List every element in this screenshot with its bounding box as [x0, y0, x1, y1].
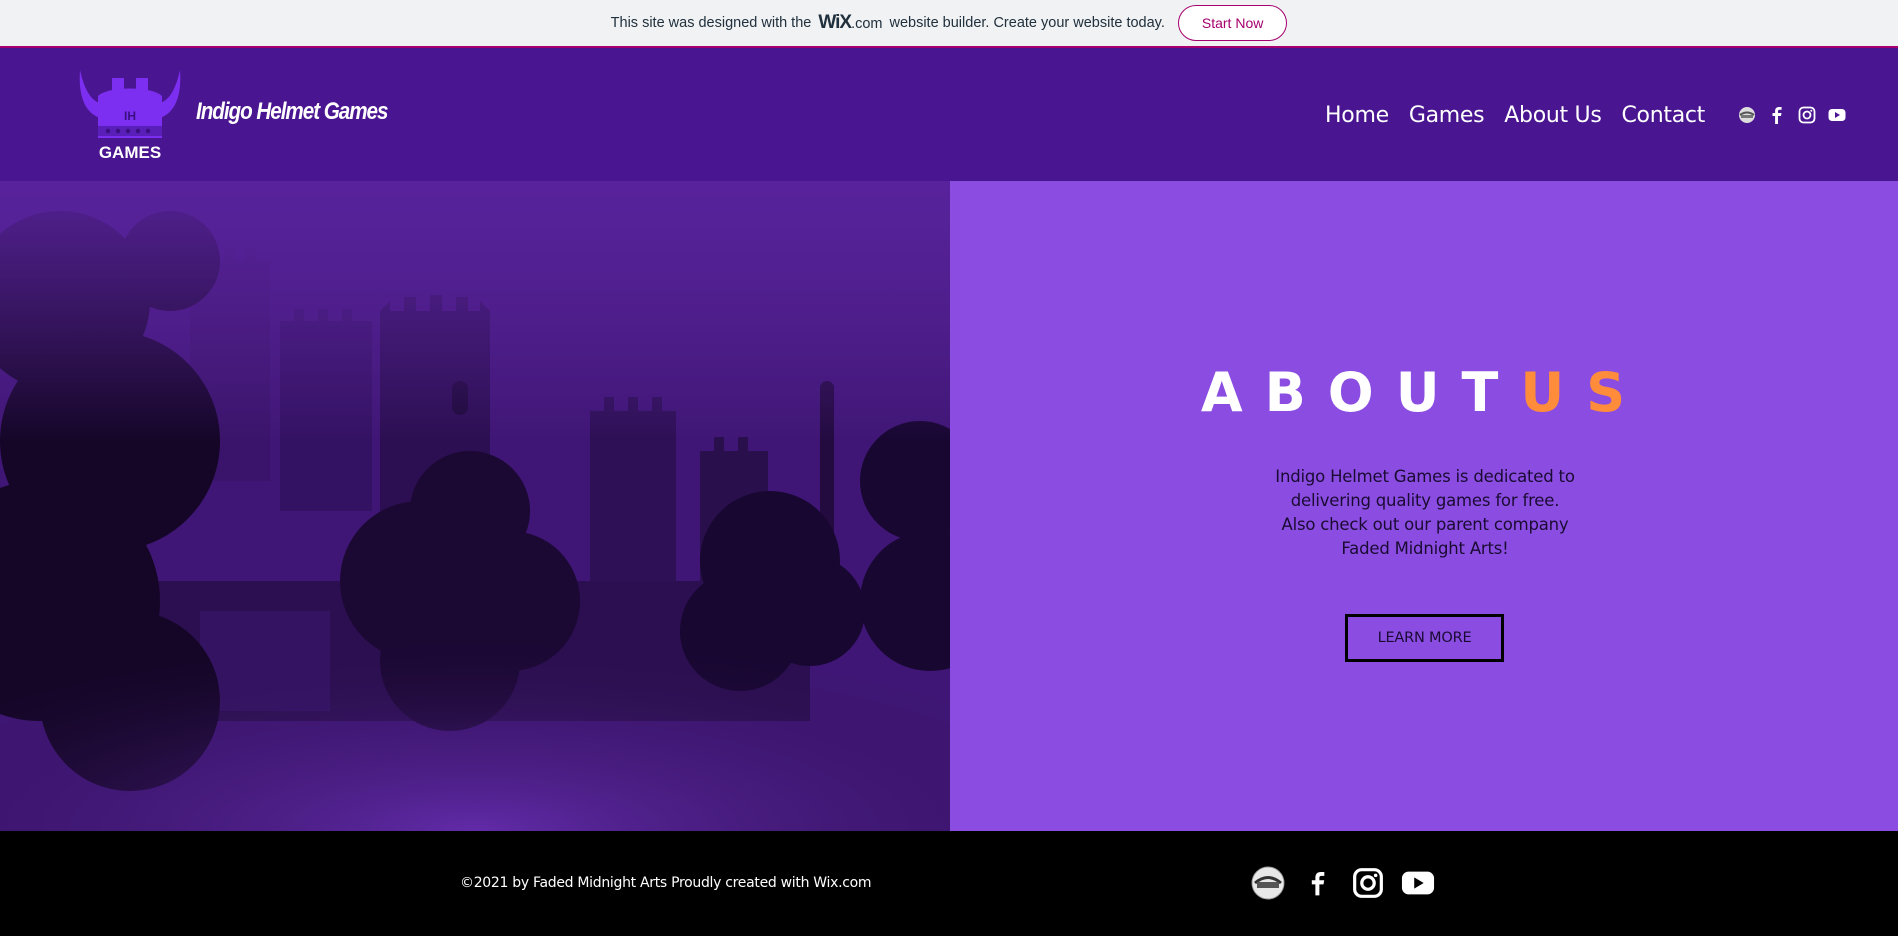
- castle-hero-image: [0, 181, 950, 831]
- footer-social-bar: [1251, 866, 1435, 900]
- wix-banner-text-before: This site was designed with the: [610, 15, 812, 31]
- main-nav: Home Games About Us Contact: [1315, 103, 1715, 128]
- nav-home[interactable]: Home: [1315, 103, 1399, 128]
- faded-midnight-icon[interactable]: [1251, 866, 1285, 900]
- start-now-button[interactable]: Start Now: [1177, 5, 1288, 41]
- facebook-icon[interactable]: [1767, 105, 1787, 125]
- logo-text-top: IH: [124, 109, 136, 123]
- facebook-icon[interactable]: [1301, 866, 1335, 900]
- site-header: IH GAMES Indigo Helmet Games Home Games …: [0, 48, 1898, 181]
- about-panel: ABOUTUS Indigo Helmet Games is dedicated…: [950, 181, 1898, 831]
- nav-games[interactable]: Games: [1399, 103, 1494, 128]
- logo-text-bottom: GAMES: [99, 143, 161, 162]
- learn-more-button[interactable]: LEARN MORE: [1345, 614, 1504, 662]
- about-description: Indigo Helmet Games is dedicated to deli…: [1275, 467, 1575, 558]
- footer-copyright: ©2021 by Faded Midnight Arts Proudly cre…: [460, 875, 872, 891]
- about-title-white: ABOUT: [1200, 361, 1521, 424]
- footer: ©2021 by Faded Midnight Arts Proudly cre…: [0, 831, 1898, 936]
- helmet-logo[interactable]: IH GAMES: [78, 68, 182, 168]
- header-social-bar: [1737, 105, 1847, 125]
- youtube-icon[interactable]: [1827, 105, 1847, 125]
- about-title-orange: US: [1520, 361, 1648, 424]
- nav-contact[interactable]: Contact: [1612, 103, 1716, 128]
- site-title[interactable]: Indigo Helmet Games: [196, 98, 388, 126]
- nav-about-us[interactable]: About Us: [1494, 103, 1611, 128]
- instagram-icon[interactable]: [1797, 105, 1817, 125]
- wix-banner: This site was designed with the WiX.com …: [0, 0, 1898, 48]
- instagram-icon[interactable]: [1351, 866, 1385, 900]
- youtube-icon[interactable]: [1401, 866, 1435, 900]
- faded-midnight-icon[interactable]: [1737, 105, 1757, 125]
- wix-logo: WiX.com: [818, 12, 883, 33]
- about-title: ABOUTUS: [950, 361, 1898, 424]
- wix-banner-text-after: website builder. Create your website tod…: [889, 15, 1165, 31]
